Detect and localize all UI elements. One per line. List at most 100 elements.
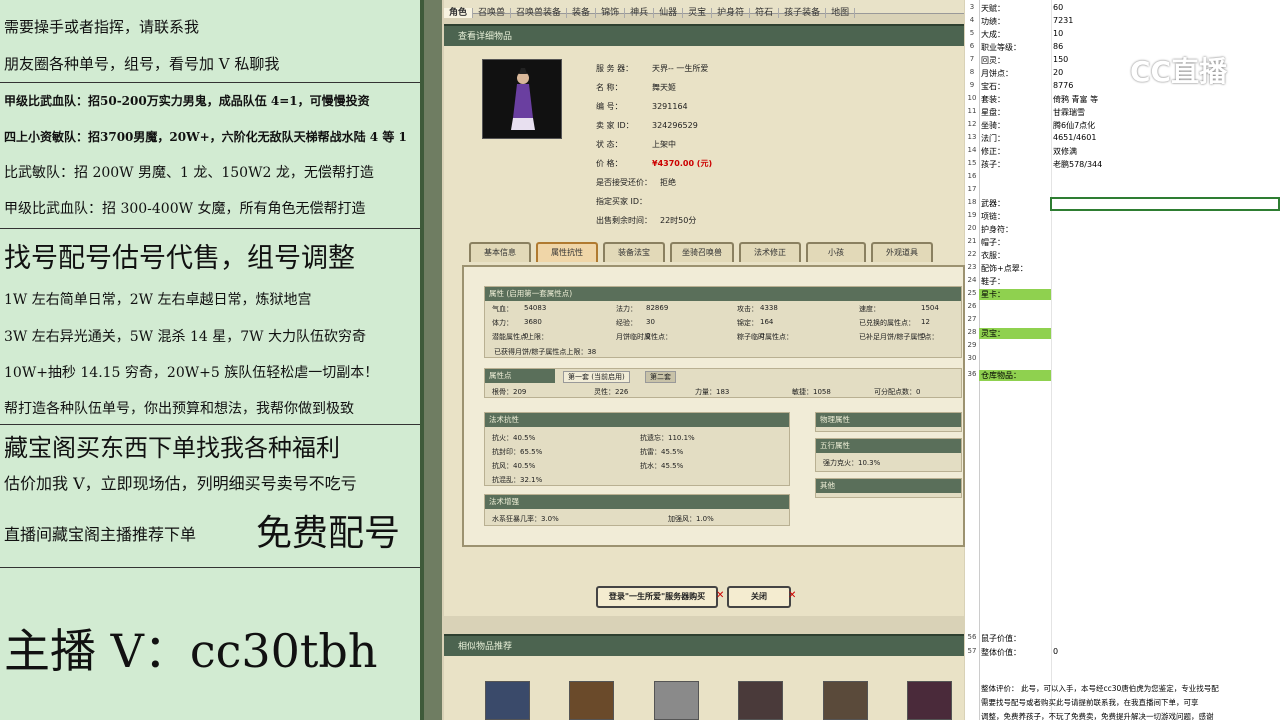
tab-role[interactable]: 角色 bbox=[444, 8, 474, 18]
tab-lingbao[interactable]: 灵宝 bbox=[683, 8, 713, 18]
sheet-cell-value[interactable]: 86 bbox=[1053, 42, 1063, 51]
sheet-cell-label[interactable]: 回灵： bbox=[981, 55, 1005, 66]
sheet-row-number: 18 bbox=[967, 198, 977, 206]
sheet-cell-label[interactable]: 套装： bbox=[981, 94, 1005, 105]
similar-item-thumb[interactable] bbox=[823, 681, 868, 720]
sheet-cell-value[interactable]: 20 bbox=[1053, 68, 1063, 77]
promo-line: 帮打造各种队伍单号，你出预算和想法，我帮你做到极致 bbox=[4, 401, 354, 417]
sheet-cell-label[interactable]: 星盘： bbox=[981, 107, 1005, 118]
sheet-cell-label[interactable]: 武器： bbox=[981, 198, 1005, 209]
sheet-cell-value[interactable]: 4651/4601 bbox=[1053, 133, 1096, 142]
sheet-cell-label[interactable]: 修正： bbox=[981, 146, 1005, 157]
sheet-cell-value[interactable]: 甘霖瑞雪 bbox=[1053, 107, 1085, 118]
eval-label[interactable]: 整体评价： bbox=[981, 683, 1019, 694]
sheet-cell-label[interactable]: 月饼点： bbox=[981, 68, 1013, 79]
physical-section: 物理属性 bbox=[815, 412, 962, 432]
tab-jinshi[interactable]: 锦饰 bbox=[596, 8, 626, 18]
sheet-cell-label[interactable]: 护身符： bbox=[981, 224, 1013, 235]
sheet-cell-label[interactable]: 宝石： bbox=[981, 81, 1005, 92]
eval-text[interactable]: 调整，免费养孩子，不玩了免费卖，免费提升解决一切游戏问题，感谢 bbox=[981, 711, 1214, 720]
tab-map[interactable]: 地图 bbox=[826, 8, 856, 18]
sheet-cell-value[interactable]: 双修满 bbox=[1053, 146, 1077, 157]
attr-label: 气血： bbox=[492, 305, 513, 313]
promo-line: 1W 左右简单日常，2W 左右卓越日常，炼狱地宫 bbox=[4, 292, 312, 308]
sheet-cell-label[interactable]: 项链： bbox=[981, 211, 1005, 222]
sheet-row-number: 20 bbox=[967, 224, 977, 232]
promo-line: 需要操手或者指挥，请联系我 bbox=[4, 18, 200, 36]
sheet-cell-value[interactable]: 7231 bbox=[1053, 16, 1073, 25]
divider bbox=[0, 424, 420, 425]
close-button[interactable]: 关闭 bbox=[727, 586, 791, 608]
sheet-cell-value[interactable]: 0 bbox=[1053, 647, 1058, 656]
sheet-row-number: 27 bbox=[967, 315, 977, 323]
sheet-cell-value[interactable]: 老鹏578/344 bbox=[1053, 159, 1102, 170]
similar-item-thumb[interactable] bbox=[738, 681, 783, 720]
point-stat: 敏捷：1058 bbox=[792, 388, 831, 396]
similar-item-thumb[interactable] bbox=[907, 681, 952, 720]
tab-equipment[interactable]: 装备法宝 bbox=[603, 242, 665, 262]
sheet-cell-label[interactable]: 鞋子： bbox=[981, 276, 1005, 287]
sheet-cell-label[interactable]: 衣服： bbox=[981, 250, 1005, 261]
sheet-cell-label[interactable]: 功绩： bbox=[981, 16, 1005, 27]
tab-child[interactable]: 小孩 bbox=[806, 242, 866, 262]
tab-mount-summon[interactable]: 坐骑召唤兽 bbox=[670, 242, 734, 262]
sheet-cell-label[interactable]: 灵宝： bbox=[981, 328, 1005, 339]
tab-equip[interactable]: 装备 bbox=[567, 8, 597, 18]
tab-child-equip[interactable]: 孩子装备 bbox=[779, 8, 827, 18]
sheet-cell-label[interactable]: 天赋： bbox=[981, 3, 1005, 14]
login-buy-button[interactable]: 登录"一生所爱"服务器购买 bbox=[596, 586, 718, 608]
promo-headline: 找号配号估号代售，组号调整 bbox=[4, 243, 355, 274]
name-label: 名 称： bbox=[596, 83, 623, 92]
sheet-cell-label[interactable]: 法门： bbox=[981, 133, 1005, 144]
tab-xianqi[interactable]: 仙器 bbox=[654, 8, 684, 18]
sheet-cell-value[interactable]: 150 bbox=[1053, 55, 1068, 64]
sheet-cell-label[interactable]: 帽子： bbox=[981, 237, 1005, 248]
tab-fushi[interactable]: 符石 bbox=[750, 8, 780, 18]
sheet-cell-label[interactable]: 星卡： bbox=[981, 289, 1005, 300]
seller-label: 卖 家 ID： bbox=[596, 121, 634, 130]
sheet-cell-label[interactable]: 整体价值： bbox=[981, 647, 1021, 658]
sheet-cell-label[interactable]: 仓库物品： bbox=[981, 370, 1021, 381]
sheet-row-number: 21 bbox=[967, 237, 977, 245]
similar-item-thumb[interactable] bbox=[569, 681, 614, 720]
resist-value: 抗水：45.5% bbox=[640, 462, 684, 470]
points-tab-first[interactable]: 第一套 (当前启用) bbox=[563, 371, 630, 383]
sheet-cell-label[interactable]: 职业等级： bbox=[981, 42, 1021, 53]
bargain-label: 是否接受还价： bbox=[596, 178, 652, 187]
sheet-cell-value[interactable]: 8776 bbox=[1053, 81, 1073, 90]
sheet-cell-value[interactable]: 10 bbox=[1053, 29, 1063, 38]
sheet-cell-label[interactable]: 大成： bbox=[981, 29, 1005, 40]
attr-label: 速度： bbox=[859, 305, 880, 313]
sheet-cell-label[interactable]: 配饰+点翠： bbox=[981, 263, 1028, 274]
sheet-cell-label[interactable]: 鼠子价值： bbox=[981, 633, 1021, 644]
tab-appearance[interactable]: 外观道具 bbox=[871, 242, 933, 262]
sheet-row-number: 24 bbox=[967, 276, 977, 284]
sheet-cell-value[interactable]: 倚鸦 青富 等 bbox=[1053, 94, 1098, 105]
tab-summon-equip[interactable]: 召唤兽装备 bbox=[511, 8, 568, 18]
seller-value: 324296529 bbox=[652, 121, 698, 130]
sheet-cell-label[interactable]: 坐骑： bbox=[981, 120, 1005, 131]
attr-value: 4338 bbox=[760, 304, 778, 312]
attr-value: 0 bbox=[921, 332, 926, 340]
tab-basic-info[interactable]: 基本信息 bbox=[469, 242, 531, 262]
sheet-row-number: 29 bbox=[967, 341, 977, 349]
similar-item-thumb[interactable] bbox=[654, 681, 699, 720]
sheet-cell-label[interactable]: 孩子： bbox=[981, 159, 1005, 170]
eval-text[interactable]: 需要找号配号或者购买此号请提前联系我，在我直播间下单，可享 bbox=[981, 697, 1199, 708]
tab-attributes[interactable]: 属性抗性 bbox=[536, 242, 598, 262]
eval-text[interactable]: 此号，可以入手，本号经cc30唐伯虎为您鉴定，专业找号配 bbox=[1021, 683, 1219, 694]
attr-value: 164 bbox=[760, 318, 774, 326]
status-row: 状 态： 上架中 bbox=[596, 139, 676, 150]
tab-amulet[interactable]: 护身符 bbox=[712, 8, 751, 18]
tab-summon[interactable]: 召唤兽 bbox=[473, 8, 512, 18]
points-tab-second[interactable]: 第二套 bbox=[645, 371, 676, 383]
similar-item-thumb[interactable] bbox=[485, 681, 530, 720]
tab-spell-mod[interactable]: 法术修正 bbox=[739, 242, 801, 262]
sheet-cell-value[interactable]: 60 bbox=[1053, 3, 1063, 12]
point-stat: 可分配点数：0 bbox=[874, 388, 921, 396]
tab-shenbing[interactable]: 神兵 bbox=[625, 8, 655, 18]
id-row: 编 号： 3291164 bbox=[596, 101, 688, 112]
resist-value: 抗火：40.5% bbox=[492, 434, 536, 442]
sheet-cell-value[interactable]: 腾6仙7点化 bbox=[1053, 120, 1095, 131]
promo-panel: 需要操手或者指挥，请联系我 朋友圈各种单号，组号，看号加 V 私聊我 甲级比武血… bbox=[0, 0, 420, 720]
